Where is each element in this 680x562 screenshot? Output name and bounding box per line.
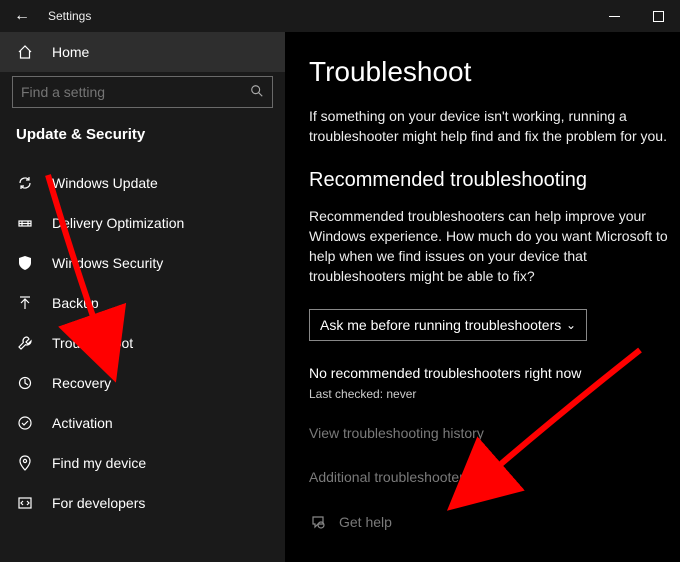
page-title: Troubleshoot: [309, 56, 680, 88]
recommended-body: Recommended troubleshooters can help imp…: [309, 206, 669, 287]
titlebar: ← Settings: [0, 0, 680, 32]
nav-recovery[interactable]: Recovery: [0, 363, 285, 403]
chevron-down-icon: ⌄: [566, 318, 576, 332]
nav-windows-security[interactable]: Windows Security: [0, 243, 285, 283]
nav-find-my-device[interactable]: Find my device: [0, 443, 285, 483]
additional-troubleshooters-link[interactable]: Additional troubleshooters: [309, 469, 680, 485]
search-wrap: [0, 76, 285, 120]
main-content: Troubleshoot If something on your device…: [285, 32, 680, 562]
view-history-link[interactable]: View troubleshooting history: [309, 425, 680, 441]
last-checked-text: Last checked: never: [309, 387, 680, 401]
app-title: Settings: [44, 9, 91, 23]
get-help-link[interactable]: Get help: [309, 513, 680, 531]
nav-label: Delivery Optimization: [52, 215, 184, 231]
recovery-icon: [16, 374, 34, 392]
code-icon: [16, 494, 34, 512]
nav-troubleshoot[interactable]: Troubleshoot: [0, 323, 285, 363]
sync-icon: [16, 174, 34, 192]
no-recommended-text: No recommended troubleshooters right now: [309, 365, 680, 381]
get-help-label: Get help: [339, 514, 392, 530]
nav-label: Troubleshoot: [52, 335, 133, 351]
nav-label: Backup: [52, 295, 99, 311]
minimize-button[interactable]: [592, 9, 636, 23]
location-icon: [16, 454, 34, 472]
nav-windows-update[interactable]: Windows Update: [0, 163, 285, 203]
home-item[interactable]: Home: [0, 32, 285, 72]
maximize-button[interactable]: [636, 9, 680, 23]
check-circle-icon: [16, 414, 34, 432]
delivery-icon: [16, 214, 34, 232]
dropdown-value: Ask me before running troubleshooters: [320, 317, 561, 333]
search-icon: [250, 84, 264, 101]
nav-activation[interactable]: Activation: [0, 403, 285, 443]
nav-list: Windows Update Delivery Optimization Win…: [0, 159, 285, 523]
nav-label: For developers: [52, 495, 145, 511]
troubleshoot-preference-dropdown[interactable]: Ask me before running troubleshooters ⌄: [309, 309, 587, 341]
back-button[interactable]: ←: [0, 7, 44, 25]
nav-delivery-optimization[interactable]: Delivery Optimization: [0, 203, 285, 243]
nav-label: Activation: [52, 415, 113, 431]
shield-icon: [16, 254, 34, 272]
chat-icon: [309, 513, 327, 531]
nav-label: Find my device: [52, 455, 146, 471]
nav-label: Windows Update: [52, 175, 158, 191]
search-box[interactable]: [12, 76, 273, 108]
nav-for-developers[interactable]: For developers: [0, 483, 285, 523]
sidebar: Home Update & Security Windows Update De…: [0, 32, 285, 562]
recommended-heading: Recommended troubleshooting: [309, 169, 680, 192]
backup-icon: [16, 294, 34, 312]
home-label: Home: [52, 44, 89, 60]
section-heading: Update & Security: [0, 120, 285, 159]
home-icon: [16, 43, 34, 61]
nav-backup[interactable]: Backup: [0, 283, 285, 323]
intro-text: If something on your device isn't workin…: [309, 106, 669, 147]
search-input[interactable]: [21, 84, 250, 100]
wrench-icon: [16, 334, 34, 352]
nav-label: Recovery: [52, 375, 111, 391]
nav-label: Windows Security: [52, 255, 163, 271]
